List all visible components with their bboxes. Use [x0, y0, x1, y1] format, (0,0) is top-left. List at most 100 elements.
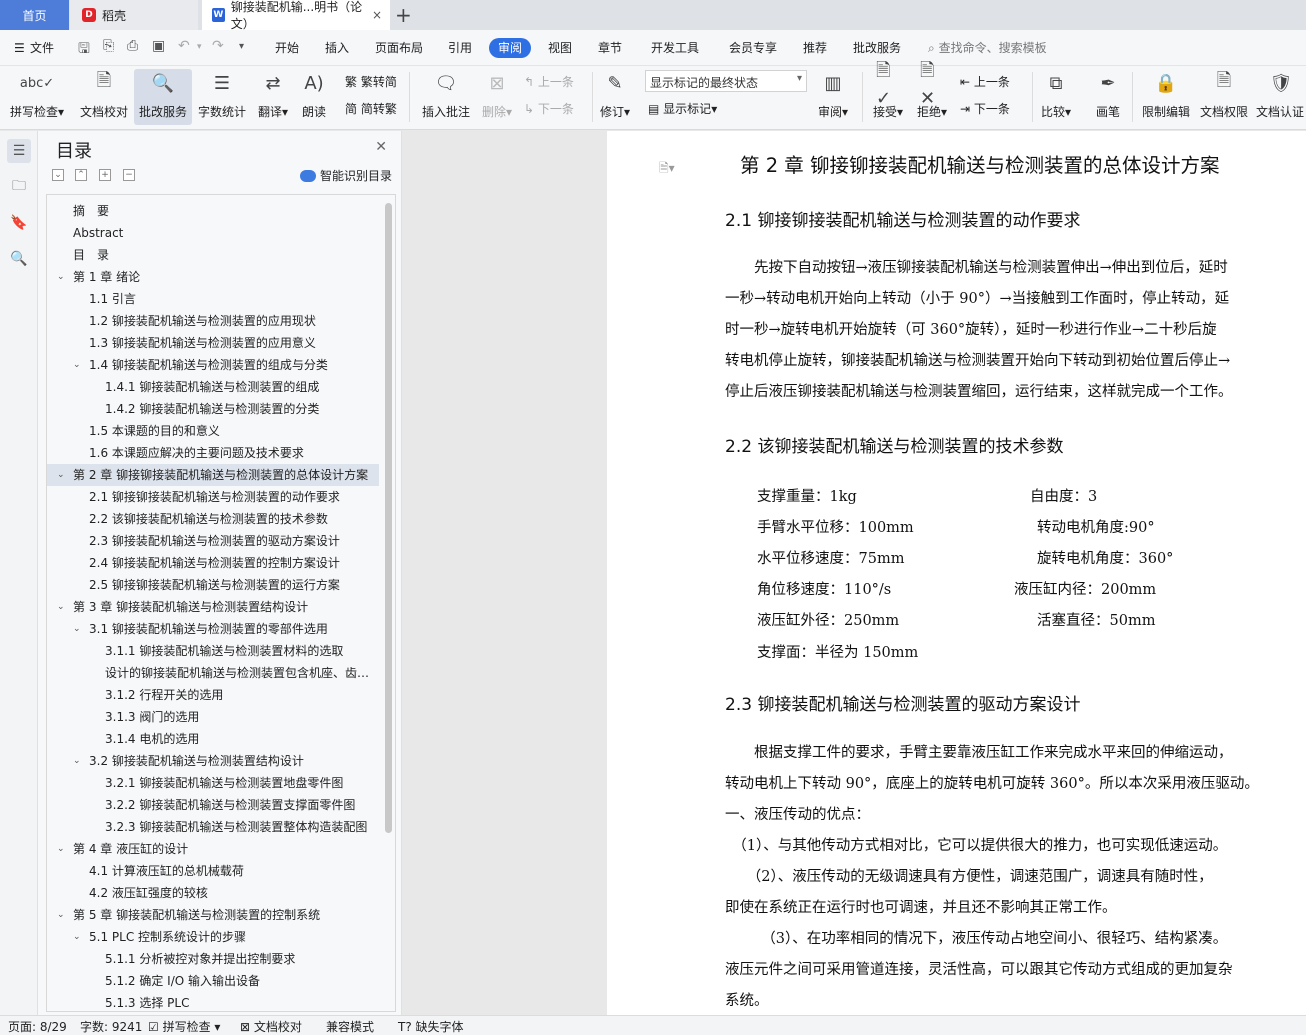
- toc-item[interactable]: 5.1.2 确定 I/O 输入输出设备: [47, 970, 379, 992]
- toc-item[interactable]: 2.2 该铆接装配机输送与检测装置的技术参数: [47, 508, 379, 530]
- toc-item[interactable]: 1.6 本课题应解决的主要问题及技术要求: [47, 442, 379, 464]
- page-indicator[interactable]: 页面: 8/29: [8, 1018, 67, 1035]
- toc-item[interactable]: Abstract: [47, 222, 379, 244]
- toc-item[interactable]: 2.4 铆接装配机输送与检测装置的控制方案设计: [47, 552, 379, 574]
- toc-icon[interactable]: ☰: [7, 139, 31, 163]
- toc-item[interactable]: ⌄ 第 3 章 铆接装配机输送与检测装置结构设计: [47, 596, 379, 618]
- find-icon[interactable]: 🔍: [7, 247, 31, 271]
- toc-item[interactable]: 2.5 铆接铆接装配机输送与检测装置的运行方案: [47, 574, 379, 596]
- toc-item[interactable]: 摘 要: [47, 200, 379, 222]
- toc-item[interactable]: 1.3 铆接装配机输送与检测装置的应用意义: [47, 332, 379, 354]
- chevron-down-icon[interactable]: ⌄: [57, 266, 67, 288]
- toc-item[interactable]: ⌄ 3.1 铆接装配机输送与检测装置的零部件选用: [47, 618, 379, 640]
- toc-item[interactable]: ⌄ 1.4 铆接装配机输送与检测装置的组成与分类: [47, 354, 379, 376]
- page-menu-icon[interactable]: 🗎▾: [659, 159, 675, 180]
- menu-dev-tools[interactable]: 开发工具: [651, 39, 699, 57]
- compare-button[interactable]: ⧉ 比较▾: [1036, 69, 1076, 125]
- toc-item[interactable]: 4.1 计算液压缸的总机械载荷: [47, 860, 379, 882]
- trad-to-simp-button[interactable]: 繁 繁转简: [345, 73, 397, 90]
- menu-file[interactable]: ☰ 文件: [14, 39, 54, 57]
- undo-icon[interactable]: ↶: [178, 38, 190, 54]
- menu-insert[interactable]: 插入: [325, 39, 349, 57]
- more-icon[interactable]: ▾: [239, 41, 244, 52]
- toc-item[interactable]: 1.4.1 铆接装配机输送与检测装置的组成: [47, 376, 379, 398]
- simp-to-trad-button[interactable]: 简 简转繁: [345, 100, 397, 117]
- toc-item[interactable]: 2.1 铆接铆接装配机输送与检测装置的动作要求: [47, 486, 379, 508]
- restrict-editing-button[interactable]: 🔒 限制编辑: [1138, 69, 1194, 125]
- chevron-down-icon[interactable]: ⌄: [73, 926, 83, 948]
- menu-recommend[interactable]: 推荐: [803, 39, 827, 57]
- toc-item[interactable]: 5.1.3 选择 PLC: [47, 992, 379, 1011]
- toc-item[interactable]: 4.2 液压缸强度的较核: [47, 882, 379, 904]
- undo-dropdown-icon[interactable]: ▾: [197, 42, 202, 52]
- toc-item[interactable]: 3.2.3 铆接装配机输送与检测装置整体构造装配图: [47, 816, 379, 838]
- toc-item[interactable]: 3.1.1 铆接装配机输送与检测装置材料的选取: [47, 640, 379, 662]
- toc-item[interactable]: ⌄ 第 4 章 液压缸的设计: [47, 838, 379, 860]
- toc-item[interactable]: 目 录: [47, 244, 379, 266]
- collapse-all-icon[interactable]: ⌄: [52, 169, 64, 181]
- pen-button[interactable]: ✒ 画笔: [1090, 69, 1126, 125]
- toc-item[interactable]: ⌄ 第 5 章 铆接装配机输送与检测装置的控制系统: [47, 904, 379, 926]
- chapter-nav-icon[interactable]: 🗀: [7, 175, 31, 199]
- export-icon[interactable]: ⎘: [103, 38, 114, 54]
- chevron-down-icon[interactable]: ⌄: [57, 596, 67, 618]
- menu-review[interactable]: 审阅: [489, 38, 532, 58]
- insert-comment-button[interactable]: 🗨 插入批注: [418, 69, 474, 125]
- toc-item[interactable]: ⌄ 5.1 PLC 控制系统设计的步骤: [47, 926, 379, 948]
- chevron-down-icon[interactable]: ⌄: [57, 464, 67, 486]
- toc-scrollbar[interactable]: [385, 203, 392, 833]
- menu-member[interactable]: 会员专享: [729, 39, 777, 57]
- chevron-down-icon[interactable]: ⌄: [57, 838, 67, 860]
- bookmark-icon[interactable]: 🔖: [7, 211, 31, 235]
- next-comment-button[interactable]: ↳ 下一条: [524, 100, 574, 117]
- show-markup-button[interactable]: ▤ 显示标记▾: [648, 100, 717, 117]
- toc-item[interactable]: 1.1 引言: [47, 288, 379, 310]
- toc-item[interactable]: 1.4.2 铆接装配机输送与检测装置的分类: [47, 398, 379, 420]
- tab-daoke[interactable]: D 稻壳: [70, 0, 198, 30]
- print-icon[interactable]: ⎙: [127, 38, 138, 54]
- document-certify-button[interactable]: 🛡 文档认证: [1256, 69, 1306, 125]
- prev-comment-button[interactable]: ↰ 上一条: [524, 73, 574, 90]
- close-icon[interactable]: ✕: [375, 139, 387, 155]
- toc-item[interactable]: 5.1.1 分析被控对象并提出控制要求: [47, 948, 379, 970]
- preview-icon[interactable]: ▣: [152, 38, 165, 54]
- toc-item[interactable]: ⌄ 第 1 章 绪论: [47, 266, 379, 288]
- menu-view[interactable]: 视图: [548, 39, 572, 57]
- spell-check-button[interactable]: abc✓ 拼写检查▾: [6, 69, 68, 125]
- reject-button[interactable]: 🗎✕ 拒绝▾: [912, 60, 952, 125]
- toc-item[interactable]: 3.2.1 铆接装配机输送与检测装置地盘零件图: [47, 772, 379, 794]
- word-count-indicator[interactable]: 字数: 9241: [80, 1018, 142, 1035]
- word-count-button[interactable]: ☰ 字数统计: [196, 69, 248, 125]
- next-change-button[interactable]: ⇥ 下一条: [960, 100, 1010, 117]
- correction-service-button[interactable]: 🔍 批改服务: [134, 69, 192, 125]
- toc-item[interactable]: 设计的铆接装配机输送与检测装置包含机座、齿轮、连接件等: [47, 662, 379, 684]
- prev-change-button[interactable]: ⇤ 上一条: [960, 73, 1010, 90]
- save-icon[interactable]: 🖫: [78, 38, 90, 62]
- new-tab-button[interactable]: +: [395, 3, 412, 27]
- status-proofread[interactable]: ⊠ 文档校对: [240, 1018, 302, 1035]
- markup-display-select[interactable]: 显示标记的最终状态: [645, 70, 807, 92]
- document-permission-button[interactable]: 🗎 文档权限: [1198, 69, 1250, 125]
- toc-item[interactable]: 2.3 铆接装配机输送与检测装置的驱动方案设计: [47, 530, 379, 552]
- status-spell-check[interactable]: ☑ 拼写检查 ▾: [148, 1018, 220, 1035]
- toc-item[interactable]: 3.1.2 行程开关的选用: [47, 684, 379, 706]
- review-pane-button[interactable]: ▥ 审阅▾: [812, 69, 854, 125]
- redo-icon[interactable]: ↷: [212, 38, 224, 54]
- chevron-down-icon[interactable]: ⌄: [57, 904, 67, 926]
- tab-home[interactable]: 首页: [0, 0, 69, 30]
- proofread-button[interactable]: 🗎 文档校对: [76, 69, 132, 125]
- collapse-icon[interactable]: −: [123, 169, 135, 181]
- document-page[interactable]: 🗎▾ 第 2 章 铆接铆接装配机输送与检测装置的总体设计方案 2.1 铆接铆接装…: [607, 131, 1306, 1015]
- toc-item[interactable]: 3.1.3 阀门的选用: [47, 706, 379, 728]
- missing-font[interactable]: T? 缺失字体: [398, 1018, 464, 1035]
- menu-page-layout[interactable]: 页面布局: [375, 39, 423, 57]
- command-search[interactable]: ⌕ 查找命令、搜索模板: [928, 39, 1047, 56]
- toc-item[interactable]: 3.1.4 电机的选用: [47, 728, 379, 750]
- translate-button[interactable]: ⇄ 翻译▾: [254, 69, 292, 125]
- smart-toc-button[interactable]: 智能识别目录: [300, 167, 392, 184]
- accept-button[interactable]: 🗎✓ 接受▾: [868, 60, 908, 125]
- menu-start[interactable]: 开始: [275, 39, 299, 57]
- chevron-down-icon[interactable]: ⌄: [73, 618, 83, 640]
- delete-comment-button[interactable]: ⊠ 删除▾: [478, 69, 516, 125]
- menu-reference[interactable]: 引用: [448, 39, 472, 57]
